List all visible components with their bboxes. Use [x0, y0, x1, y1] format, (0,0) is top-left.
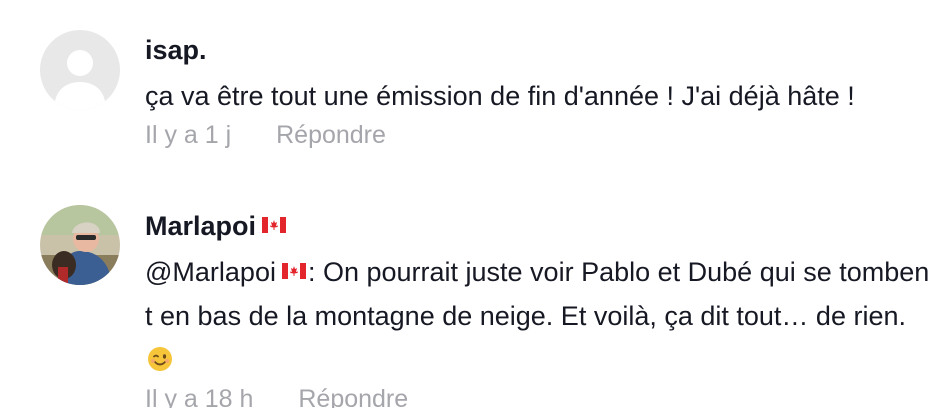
comment-timestamp: Il y a 1 j [145, 121, 232, 149]
canada-flag-icon [281, 248, 306, 279]
reply-button[interactable]: Répondre [276, 120, 386, 150]
profile-photo-avatar-icon [40, 205, 120, 285]
winking-face-icon [147, 341, 173, 371]
comment-timestamp: Il y a 18 h [145, 385, 254, 408]
mention-link[interactable]: @Marlapoi [145, 257, 276, 287]
comment-item: Marlapoi @Marlapoi: On pourrait juste vo… [0, 170, 952, 408]
default-avatar-icon [40, 30, 120, 110]
comment-item: isap. ça va être tout une émission de fi… [0, 0, 952, 170]
comment-text: ça va être tout une émission de fin d'an… [145, 81, 855, 111]
comment-text: @Marlapoi: On pourrait juste voir Pablo … [145, 248, 932, 382]
reply-button[interactable]: Répondre [298, 384, 408, 408]
comment-username[interactable]: isap. [145, 34, 932, 66]
avatar[interactable] [40, 205, 120, 285]
canada-flag-icon [262, 217, 287, 233]
avatar[interactable] [40, 30, 120, 110]
comment-username[interactable]: Marlapoi [145, 211, 256, 241]
